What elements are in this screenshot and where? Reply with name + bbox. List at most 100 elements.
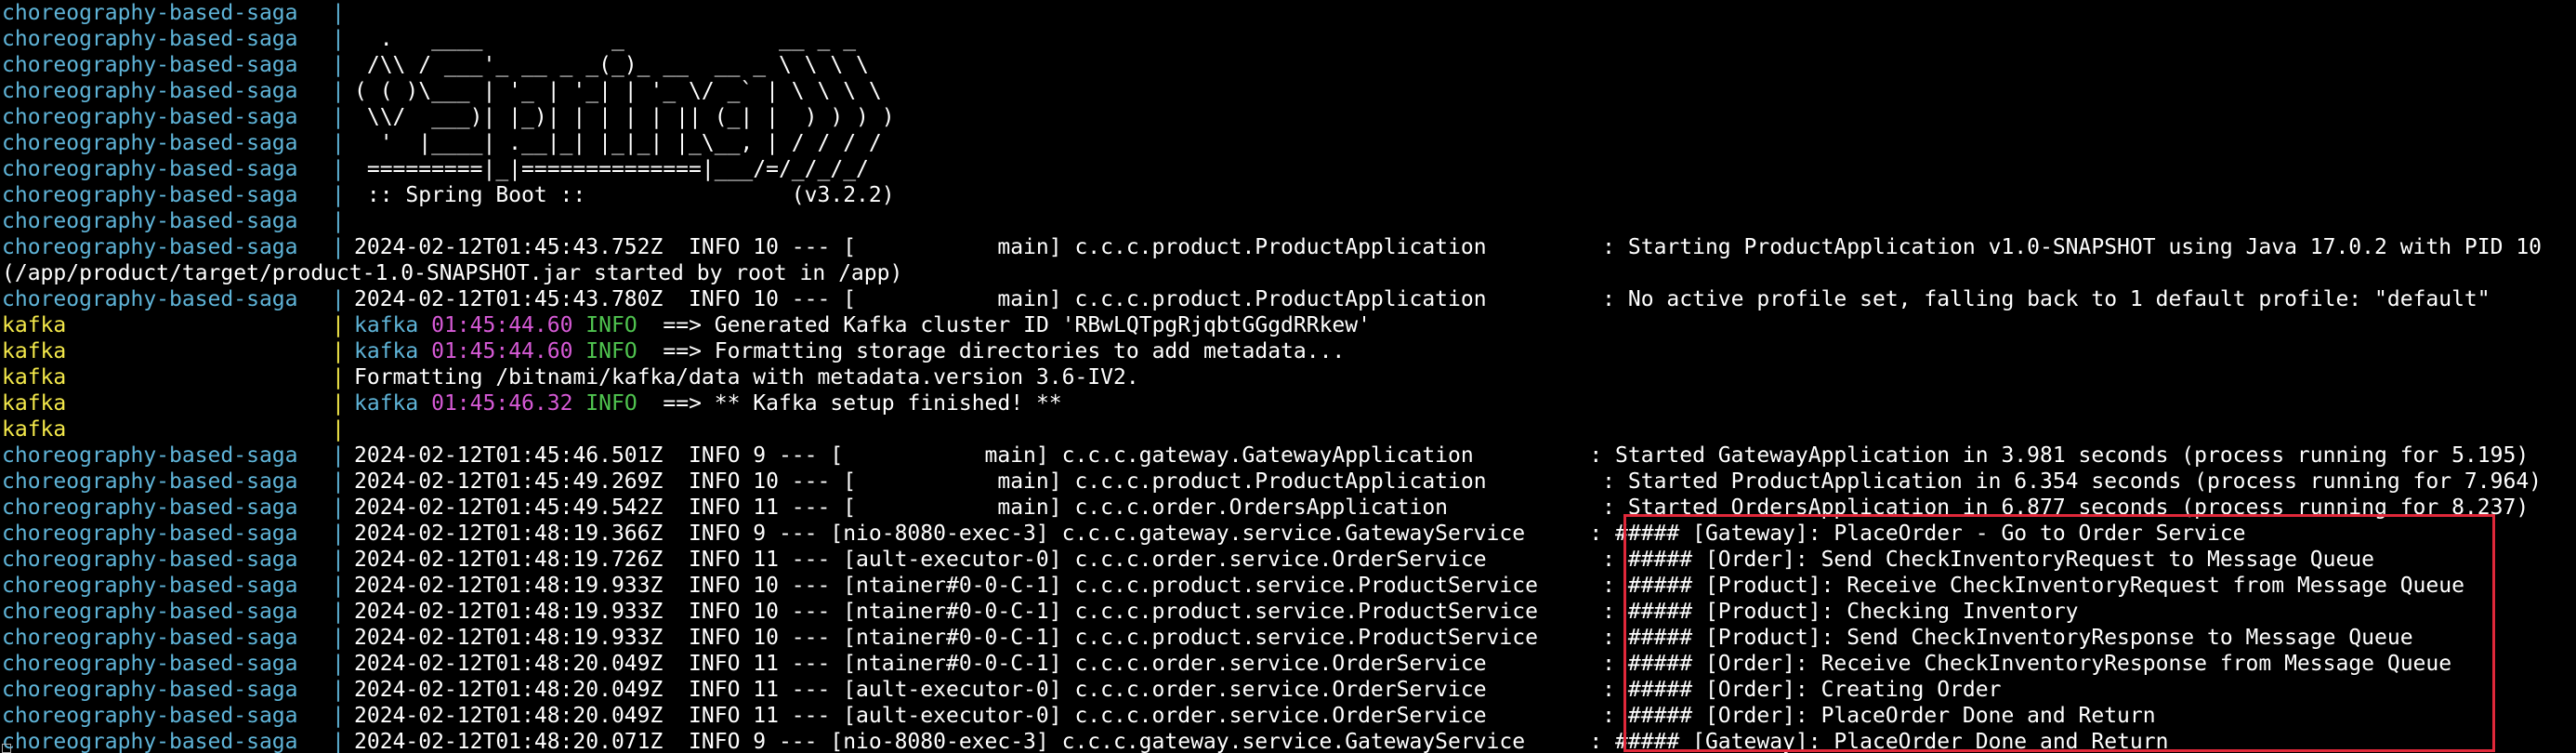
- service-name: choreography-based-saga: [2, 209, 298, 233]
- column-separator: |: [332, 574, 345, 598]
- log-line: choreography-based-saga | 2024-02-12T01:45…: [2, 495, 2576, 521]
- service-name: choreography-based-saga: [2, 626, 298, 650]
- log-line: kafka | Formatting /bitnami/kafka/data wit…: [2, 364, 2576, 390]
- column-separator: |: [332, 1, 345, 25]
- log-message: \\/ ___)| |_)| | | | | || (_| | ) ) ) ): [354, 105, 895, 129]
- log-message: 2024-02-12T01:48:20.071Z INFO 9 --- [nio…: [354, 730, 2169, 753]
- column-separator: |: [332, 53, 345, 77]
- log-message: 2024-02-12T01:48:19.933Z INFO 10 --- [nt…: [354, 574, 2464, 598]
- service-name: choreography-based-saga: [2, 53, 298, 77]
- log-level: INFO: [585, 313, 637, 337]
- log-message: ==> ** Kafka setup finished! **: [637, 391, 1062, 416]
- log-message: ==> Formatting storage directories to ad…: [637, 339, 1346, 363]
- column-separator: |: [332, 417, 345, 442]
- service-name: kafka: [2, 391, 67, 416]
- log-message: 2024-02-12T01:48:20.049Z INFO 11 --- [nt…: [354, 652, 2452, 676]
- log-level: INFO: [585, 339, 637, 363]
- log-message: 2024-02-12T01:48:19.933Z INFO 10 --- [nt…: [354, 600, 2079, 624]
- log-line: choreography-based-saga | /\\ / ___'_ __ …: [2, 52, 2576, 78]
- log-message: Formatting /bitnami/kafka/data with meta…: [354, 365, 1139, 390]
- column-separator: |: [332, 469, 345, 494]
- service-name: kafka: [2, 365, 67, 390]
- log-line: (/app/product/target/product-1.0-SNAPSHO…: [2, 260, 2576, 286]
- log-line: choreography-based-saga | 2024-02-12T01:48…: [2, 521, 2576, 547]
- column-separator: |: [332, 443, 345, 468]
- service-name: choreography-based-saga: [2, 704, 298, 728]
- log-message: :: Spring Boot :: (v3.2.2): [354, 183, 895, 207]
- service-name: choreography-based-saga: [2, 131, 298, 155]
- column-separator: |: [332, 600, 345, 624]
- column-separator: |: [332, 391, 345, 416]
- service-name: choreography-based-saga: [2, 495, 298, 520]
- log-message: 2024-02-12T01:48:20.049Z INFO 11 --- [au…: [354, 678, 2002, 702]
- log-line: choreography-based-saga |: [2, 208, 2576, 234]
- log-message: 2024-02-12T01:48:20.049Z INFO 11 --- [au…: [354, 704, 2156, 728]
- log-message: ( ( )\___ | '_ | '_| | '_ \/ _` | \ \ \ …: [354, 79, 882, 103]
- log-message: . ____ _ __ _ _: [354, 27, 857, 51]
- service-name: choreography-based-saga: [2, 678, 298, 702]
- log-line: choreography-based-saga | 2024-02-12T01:48…: [2, 677, 2576, 703]
- log-line: choreography-based-saga |: [2, 0, 2576, 26]
- log-line: kafka | kafka 01:45:44.60 INFO ==> Generat…: [2, 312, 2576, 338]
- service-name: choreography-based-saga: [2, 730, 298, 753]
- service-name: choreography-based-saga: [2, 522, 298, 546]
- log-message: (/app/product/target/product-1.0-SNAPSHO…: [2, 261, 903, 285]
- kafka-tag: kafka: [354, 339, 419, 363]
- column-separator: |: [332, 183, 345, 207]
- service-name: choreography-based-saga: [2, 157, 298, 181]
- service-name: choreography-based-saga: [2, 652, 298, 676]
- log-line: choreography-based-saga | 2024-02-12T01:45…: [2, 469, 2576, 495]
- column-separator: |: [332, 495, 345, 520]
- log-line: choreography-based-saga | 2024-02-12T01:48…: [2, 729, 2576, 753]
- terminal-cursor: [2, 744, 11, 753]
- column-separator: |: [332, 626, 345, 650]
- log-line: choreography-based-saga | 2024-02-12T01:48…: [2, 703, 2576, 729]
- column-separator: |: [332, 209, 345, 233]
- log-message: 2024-02-12T01:48:19.726Z INFO 11 --- [au…: [354, 548, 2375, 572]
- log-message: /\\ / ___'_ __ _ _(_)_ __ __ _ \ \ \ \: [354, 53, 869, 77]
- service-name: kafka: [2, 417, 67, 442]
- log-message: 2024-02-12T01:45:49.542Z INFO 11 --- [ m…: [354, 495, 2530, 520]
- column-separator: |: [332, 652, 345, 676]
- log-message: 2024-02-12T01:45:43.752Z INFO 10 --- [ m…: [354, 235, 2543, 259]
- log-line: choreography-based-saga | 2024-02-12T01:45…: [2, 286, 2576, 312]
- column-separator: |: [332, 365, 345, 390]
- log-timestamp: 01:45:46.32: [431, 391, 573, 416]
- kafka-tag: kafka: [354, 391, 419, 416]
- service-name: choreography-based-saga: [2, 443, 298, 468]
- log-line: choreography-based-saga | :: Spring Boot …: [2, 182, 2576, 208]
- log-line: choreography-based-saga | 2024-02-12T01:48…: [2, 651, 2576, 677]
- service-name: choreography-based-saga: [2, 548, 298, 572]
- log-line: choreography-based-saga | 2024-02-12T01:45…: [2, 234, 2576, 260]
- service-name: choreography-based-saga: [2, 287, 298, 311]
- column-separator: |: [332, 287, 345, 311]
- log-message: ' |____| .__|_| |_|_| |_\__, | / / / /: [354, 131, 882, 155]
- log-message: =========|_|==============|___/=/_/_/_/: [354, 157, 869, 181]
- log-message: ==> Generated Kafka cluster ID 'RBwLQTpg…: [637, 313, 1371, 337]
- service-name: choreography-based-saga: [2, 27, 298, 51]
- service-name: choreography-based-saga: [2, 105, 298, 129]
- log-message: 2024-02-12T01:48:19.366Z INFO 9 --- [nio…: [354, 522, 2246, 546]
- kafka-tag: kafka: [354, 313, 419, 337]
- log-line: kafka |: [2, 416, 2576, 443]
- service-name: kafka: [2, 313, 67, 337]
- terminal-window[interactable]: choreography-based-saga | choreography-bas…: [0, 0, 2576, 753]
- log-line: choreography-based-saga | \\/ ___)| |_)| …: [2, 104, 2576, 130]
- column-separator: |: [332, 678, 345, 702]
- log-line: kafka | kafka 01:45:44.60 INFO ==> Formatt…: [2, 338, 2576, 364]
- log-line: choreography-based-saga | ' |____| .__|_|…: [2, 130, 2576, 156]
- log-level: INFO: [585, 391, 637, 416]
- service-name: choreography-based-saga: [2, 183, 298, 207]
- log-output: choreography-based-saga | choreography-bas…: [2, 0, 2576, 753]
- log-line: choreography-based-saga | ( ( )\___ | '_ |…: [2, 78, 2576, 104]
- column-separator: |: [332, 235, 345, 259]
- column-separator: |: [332, 522, 345, 546]
- column-separator: |: [332, 704, 345, 728]
- log-line: choreography-based-saga | 2024-02-12T01:48…: [2, 625, 2576, 651]
- service-name: choreography-based-saga: [2, 469, 298, 494]
- log-line: choreography-based-saga | 2024-02-12T01:48…: [2, 547, 2576, 573]
- log-line: choreography-based-saga | . ____ _ __ _ _: [2, 26, 2576, 52]
- service-name: choreography-based-saga: [2, 574, 298, 598]
- log-line: choreography-based-saga | 2024-02-12T01:48…: [2, 599, 2576, 625]
- service-name: choreography-based-saga: [2, 235, 298, 259]
